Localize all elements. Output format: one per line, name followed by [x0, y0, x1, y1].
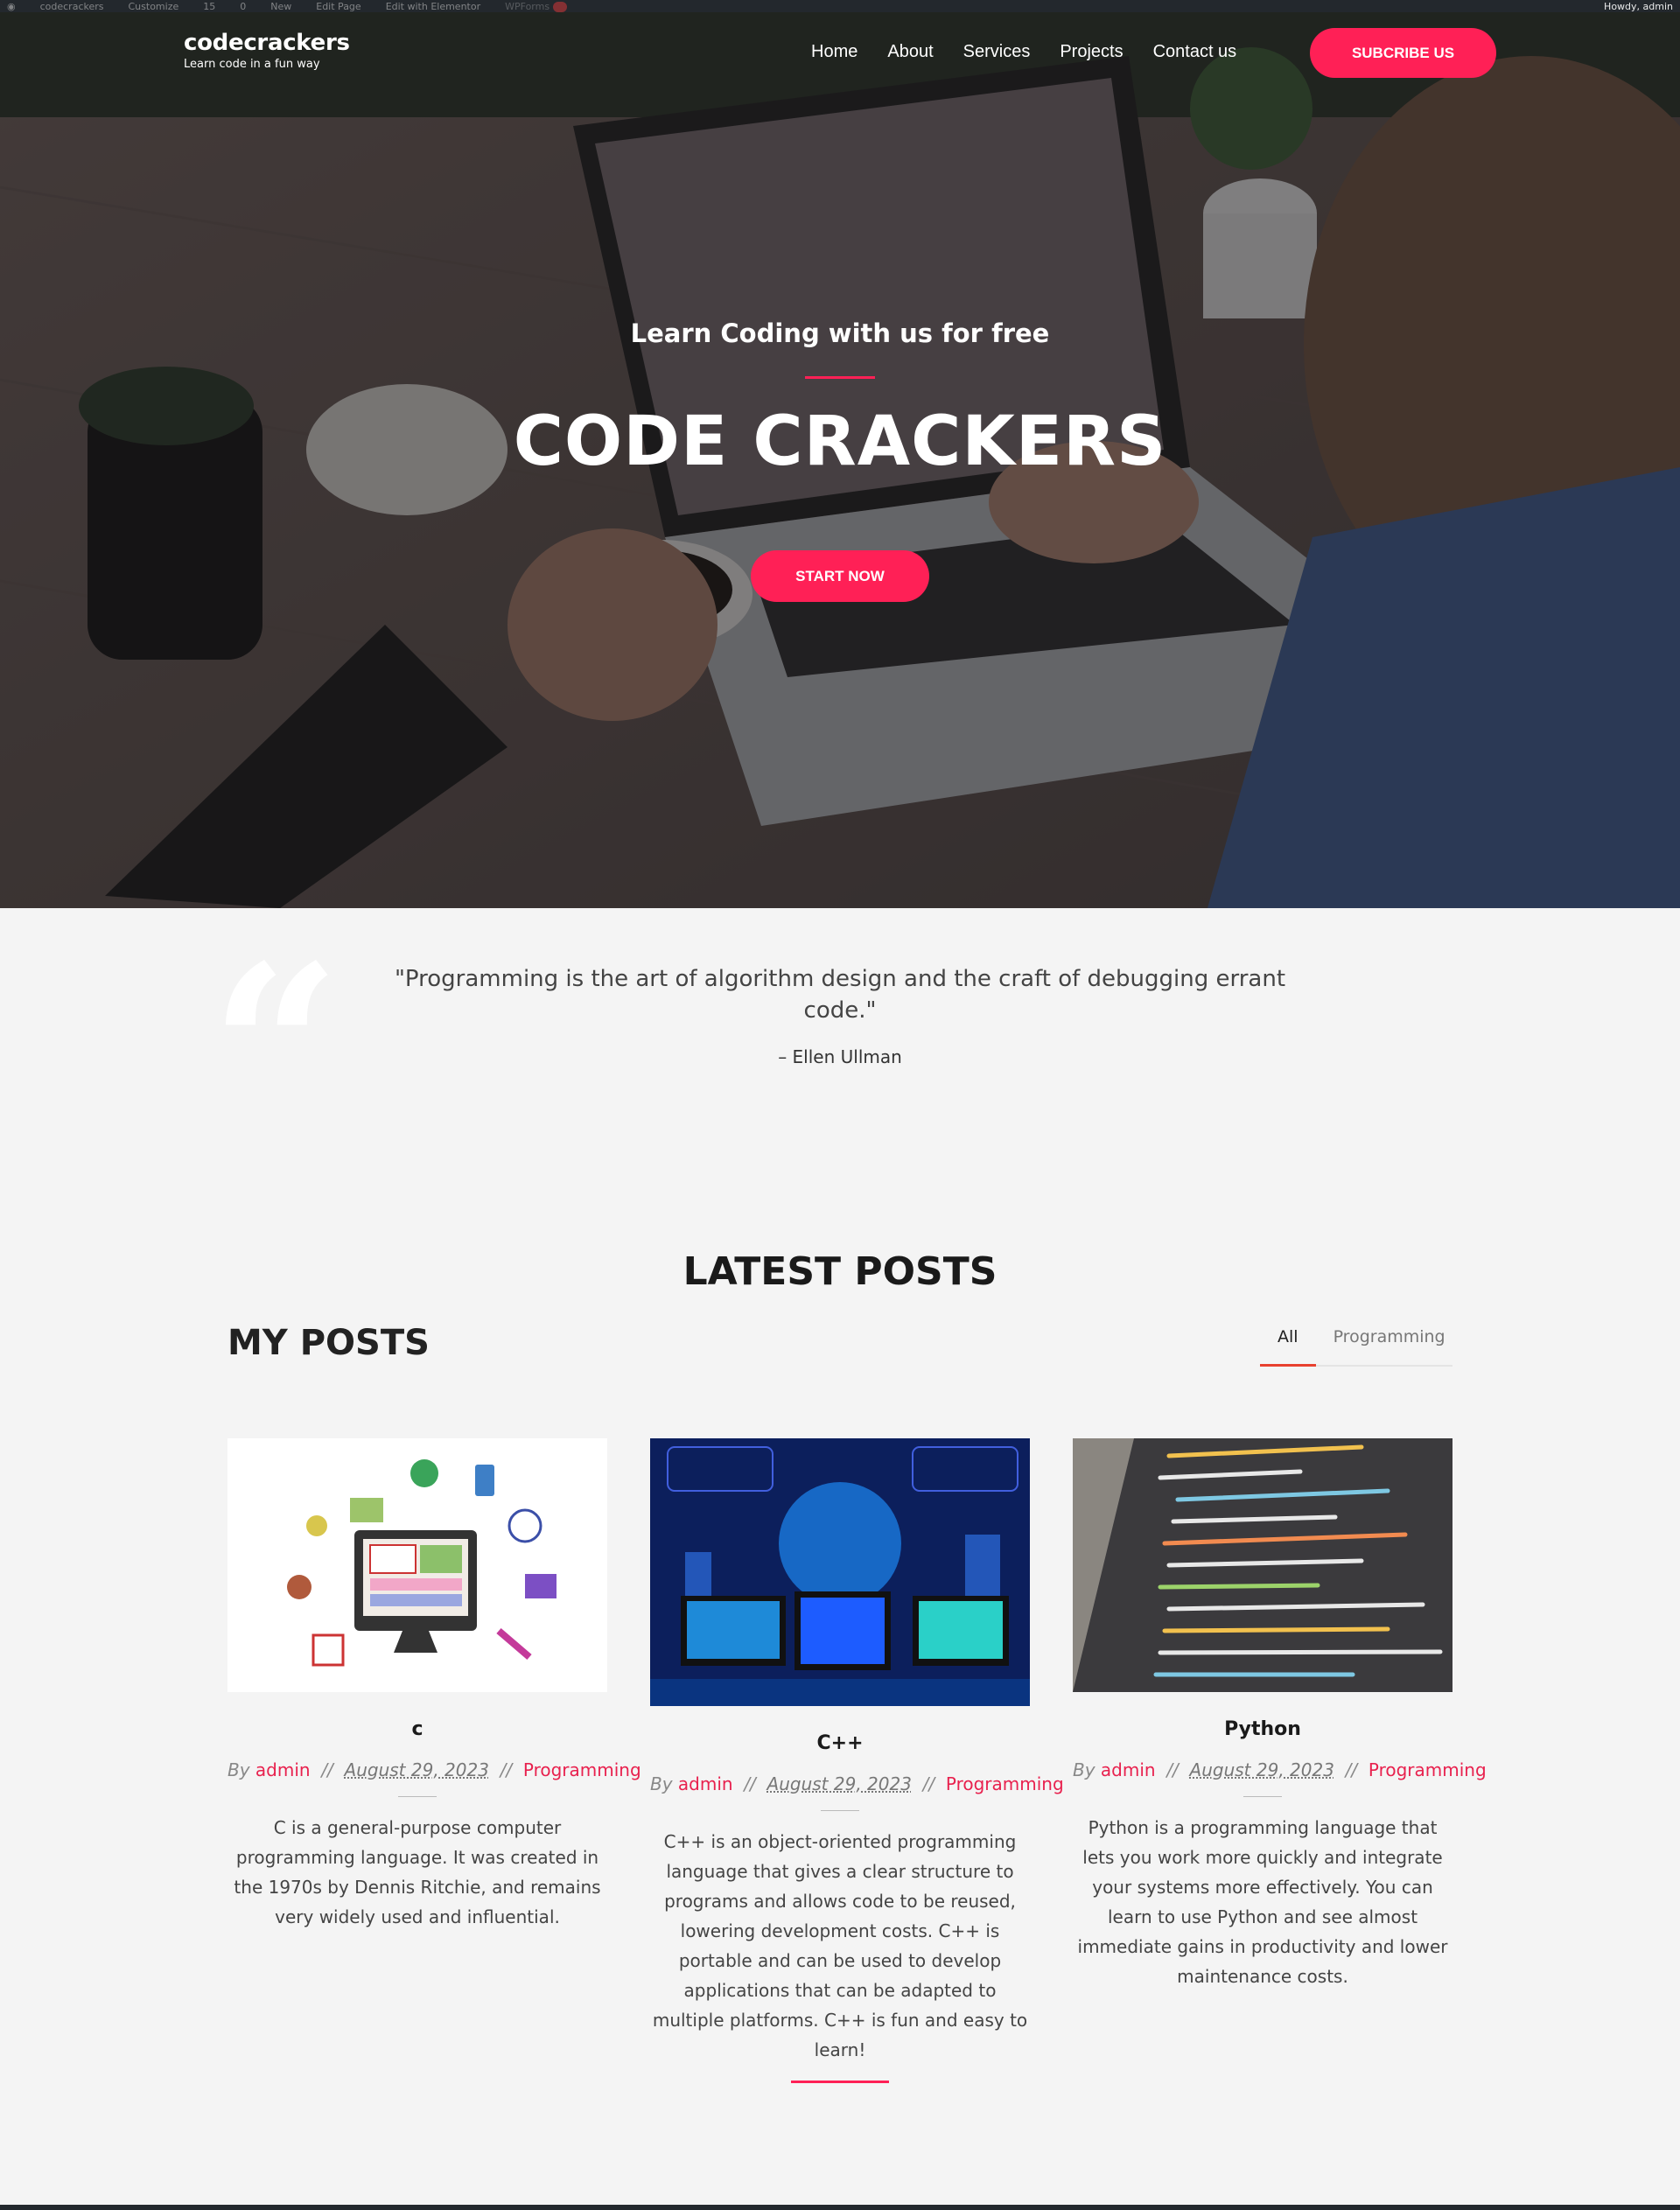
post-meta: By admin // August 29, 2023 // Programmi…	[1073, 1759, 1487, 1780]
admin-bar-elementor[interactable]: Edit with Elementor	[386, 1, 480, 12]
start-now-button[interactable]: START NOW	[751, 550, 929, 602]
site-brand[interactable]: codecrackers Learn code in a fun way	[184, 30, 350, 71]
footer-strip	[0, 2205, 1680, 2210]
quote-text: "Programming is the art of algorithm des…	[394, 966, 1286, 1024]
admin-bar-wpforms[interactable]: WPForms	[505, 0, 567, 12]
post-author-link[interactable]: admin	[1101, 1759, 1156, 1780]
monitors-city-image	[650, 1438, 1030, 1706]
hero-divider	[805, 376, 875, 379]
post-title[interactable]: c	[228, 1718, 607, 1740]
post-category-link[interactable]: Programming	[1368, 1759, 1487, 1780]
nav-about[interactable]: About	[887, 42, 933, 62]
post-thumbnail-c[interactable]	[228, 1438, 607, 1692]
site-tagline: Learn code in a fun way	[184, 58, 320, 71]
section-divider	[791, 2081, 889, 2083]
admin-bar-greeting[interactable]: Howdy, admin	[1604, 1, 1673, 12]
meta-separator: //	[1345, 1759, 1358, 1780]
post-meta: By admin // August 29, 2023 // Programmi…	[228, 1759, 641, 1780]
post-date[interactable]: August 29, 2023	[1190, 1759, 1334, 1780]
post-excerpt: C is a general-purpose computer programm…	[234, 1817, 601, 1927]
nav-contact[interactable]: Contact us	[1153, 42, 1237, 62]
meta-separator: //	[321, 1759, 333, 1780]
site-title[interactable]: codecrackers	[184, 30, 350, 56]
nav-services[interactable]: Services	[963, 42, 1031, 62]
nav-home[interactable]: Home	[811, 42, 858, 62]
post-by: By	[1073, 1759, 1096, 1780]
hero-section: codecrackers Learn code in a fun way Hom…	[0, 12, 1680, 908]
meta-separator: //	[922, 1773, 935, 1794]
nav-projects[interactable]: Projects	[1060, 42, 1123, 62]
post-date[interactable]: August 29, 2023	[767, 1773, 912, 1794]
admin-bar-customize[interactable]: Customize	[129, 1, 179, 12]
post-card-python: Python By admin // August 29, 2023 // Pr…	[1073, 1438, 1487, 1991]
code-screen-image	[1073, 1438, 1452, 1692]
admin-bar-updates[interactable]: 15	[203, 1, 215, 12]
notification-badge	[552, 1, 567, 12]
filter-all[interactable]: All	[1260, 1323, 1316, 1367]
post-date[interactable]: August 29, 2023	[345, 1759, 489, 1780]
post-card-c: c By admin // August 29, 2023 // Program…	[228, 1438, 641, 1932]
post-author-link[interactable]: admin	[678, 1773, 733, 1794]
quote-author: – Ellen Ullman	[778, 1046, 902, 1067]
post-category-link[interactable]: Programming	[523, 1759, 641, 1780]
post-by: By	[228, 1759, 250, 1780]
subscribe-button[interactable]: SUBCRIBE US	[1310, 28, 1496, 78]
post-thumbnail-python[interactable]	[1073, 1438, 1452, 1692]
meta-separator: //	[500, 1759, 513, 1780]
post-excerpt: C++ is an object-oriented programming la…	[652, 1831, 1028, 2060]
admin-bar-comments[interactable]: 0	[240, 1, 246, 12]
post-meta: By admin // August 29, 2023 // Programmi…	[650, 1773, 1064, 1794]
computer-sketch-icon	[287, 1459, 556, 1667]
meta-separator: //	[744, 1773, 756, 1794]
post-divider	[398, 1796, 437, 1797]
hero-title: CODE CRACKERS	[513, 402, 1167, 481]
post-title[interactable]: Python	[1073, 1718, 1452, 1740]
admin-bar-site[interactable]: codecrackers	[40, 1, 104, 12]
post-excerpt: Python is a programming language that le…	[1077, 1817, 1448, 1987]
admin-bar-new[interactable]: New	[270, 1, 291, 12]
admin-bar-edit-page[interactable]: Edit Page	[316, 1, 360, 12]
post-card-cpp: C++ By admin // August 29, 2023 // Progr…	[650, 1438, 1064, 2065]
post-divider	[821, 1810, 859, 1811]
post-thumbnail-cpp[interactable]	[650, 1438, 1030, 1706]
admin-bar-wpforms-label: WPForms	[505, 0, 550, 12]
post-author-link[interactable]: admin	[256, 1759, 311, 1780]
post-divider	[1243, 1796, 1282, 1797]
post-by: By	[650, 1773, 673, 1794]
hero-subtitle: Learn Coding with us for free	[630, 318, 1050, 348]
wordpress-icon[interactable]: ◉	[7, 1, 16, 12]
admin-bar: ◉ codecrackers Customize 15 0 New Edit P…	[0, 0, 1680, 12]
meta-separator: //	[1166, 1759, 1179, 1780]
filter-programming[interactable]: Programming	[1316, 1323, 1463, 1367]
post-category-link[interactable]: Programming	[946, 1773, 1064, 1794]
my-posts-heading: MY POSTS	[228, 1323, 430, 1363]
main-nav: Home About Services Projects Contact us	[811, 42, 1266, 62]
post-filter-tabs: All Programming	[1260, 1323, 1452, 1367]
post-title[interactable]: C++	[650, 1732, 1030, 1754]
latest-posts-heading: LATEST POSTS	[682, 1249, 998, 1294]
